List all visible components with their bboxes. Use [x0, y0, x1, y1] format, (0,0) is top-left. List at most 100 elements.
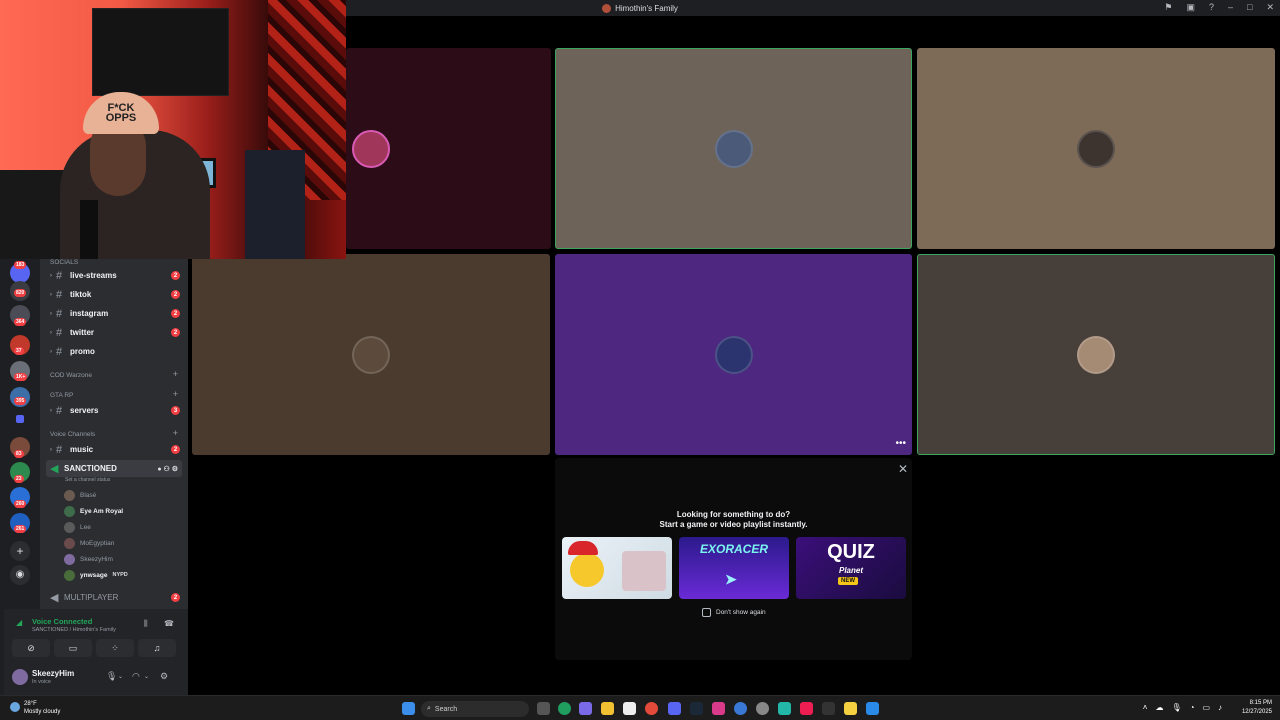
category-gta-rp[interactable]: GTA RP — [50, 392, 73, 399]
add-channel-icon[interactable]: + — [173, 369, 178, 379]
flag-icon[interactable]: ⚑ — [1164, 2, 1172, 13]
voice-user[interactable]: ynwsage NYPD — [64, 568, 128, 582]
dont-show-again-checkbox[interactable]: Don't show again — [702, 608, 766, 617]
file-explorer-icon[interactable] — [601, 702, 614, 715]
checkbox-icon[interactable] — [702, 608, 711, 617]
chevron-up-icon[interactable]: ˄ — [1143, 703, 1148, 712]
close-button[interactable]: ✕ — [1266, 2, 1274, 13]
participant-tile[interactable] — [917, 254, 1275, 455]
channel-instagram[interactable]: › # instagram 2 — [50, 305, 180, 322]
soundboard-button[interactable]: ♫ — [138, 639, 176, 657]
voice-channel-name: MULTIPLAYER — [64, 593, 119, 602]
headset-icon[interactable]: ◠ — [132, 671, 140, 682]
sticky-notes-icon[interactable] — [844, 702, 857, 715]
clock[interactable]: 8:15 PM 12/27/2025 — [1242, 699, 1272, 717]
volume-icon[interactable]: ♪ — [1218, 703, 1222, 712]
chrome-icon[interactable] — [645, 702, 658, 715]
channel-promo[interactable]: › # promo — [50, 343, 180, 360]
voice-channel-actions[interactable]: ● ⚇ ⚙ — [157, 465, 178, 473]
cloud-icon[interactable]: ☁ — [1155, 703, 1163, 712]
voice-channel-path[interactable]: SANCTIONED / Himothin's Family — [32, 627, 116, 633]
wifi-icon[interactable]: ◔ — [1190, 703, 1195, 712]
participant-tile[interactable] — [346, 48, 551, 249]
microphone-icon[interactable]: 🎙 — [1171, 703, 1181, 712]
channel-name: twitter — [70, 328, 94, 337]
category-voice-channels[interactable]: Voice Channels — [50, 431, 95, 438]
steam-icon[interactable] — [690, 702, 703, 715]
category-cod-warzone[interactable]: COD Warzone — [50, 372, 92, 379]
voice-user[interactable]: MoEgyptian — [64, 536, 114, 550]
settings-icon[interactable]: ⚙ — [160, 671, 168, 682]
edge-icon[interactable] — [558, 702, 571, 715]
minimize-button[interactable]: – — [1228, 2, 1233, 13]
noise-suppression-icon[interactable]: ⫼ — [144, 619, 148, 629]
voice-channel-multiplayer[interactable]: ◀ MULTIPLAYER 2 — [50, 589, 180, 606]
window-title: Himothin's Family — [602, 3, 678, 13]
avatar — [64, 489, 75, 501]
camera-button[interactable]: ⊘ — [12, 639, 50, 657]
weather-widget[interactable]: 28°F Mostly cloudy — [10, 700, 60, 716]
folder-icon[interactable] — [16, 415, 24, 423]
voice-status[interactable]: Voice Connected — [32, 617, 92, 626]
voice-user[interactable]: Blasé — [64, 488, 96, 502]
game-card[interactable] — [562, 537, 672, 599]
maximize-button[interactable]: □ — [1247, 2, 1252, 13]
microphone-icon[interactable]: 🎙 — [106, 671, 117, 682]
channel-tiktok[interactable]: › # tiktok 2 — [50, 286, 180, 303]
copilot-icon[interactable] — [579, 702, 592, 715]
category-socials[interactable]: SOCIALS — [50, 259, 78, 266]
game-card[interactable]: QUIZ Planet NEW — [796, 537, 906, 599]
channel-twitter[interactable]: › # twitter 2 — [50, 324, 180, 341]
weather-desc: Mostly cloudy — [24, 709, 61, 715]
add-channel-icon[interactable]: + — [173, 428, 178, 438]
channel-status[interactable]: Set a channel status — [65, 477, 110, 483]
xbox-icon[interactable] — [822, 702, 835, 715]
weather-temp: 28°F — [24, 701, 37, 707]
task-view-icon[interactable] — [537, 702, 550, 715]
voice-channel-sanctioned[interactable]: ◀ SANCTIONED ● ⚇ ⚙ — [46, 460, 182, 477]
channel-music[interactable]: › # music 2 — [50, 441, 180, 458]
close-icon[interactable]: ✕ — [898, 462, 908, 476]
monitor-icon[interactable]: ▭ — [1202, 703, 1210, 712]
signal-icon[interactable]: ◢ — [16, 618, 22, 627]
channel-live-streams[interactable]: › # live-streams 2 — [50, 267, 180, 284]
tiktok-icon[interactable] — [800, 702, 813, 715]
app-icon[interactable] — [734, 702, 747, 715]
participant-tile[interactable] — [555, 48, 912, 249]
participant-tile[interactable]: ••• — [555, 254, 912, 455]
chevron-down-icon[interactable]: ⌄ — [144, 673, 149, 680]
add-channel-icon[interactable]: + — [173, 389, 178, 399]
participant-tile[interactable] — [917, 48, 1275, 249]
instagram-icon[interactable] — [712, 702, 725, 715]
screenshare-button[interactable]: ▭ — [54, 639, 92, 657]
hat-logo: F*CK OPPS — [83, 92, 159, 134]
activity-suggestion-panel: ✕ Looking for something to do? Start a g… — [555, 458, 912, 660]
discord-icon[interactable] — [668, 702, 681, 715]
more-options-icon[interactable]: ••• — [895, 438, 906, 449]
chevron-down-icon[interactable]: ⌄ — [118, 673, 123, 680]
store-icon[interactable] — [623, 702, 636, 715]
game-card[interactable]: EXORACER ➤ — [679, 537, 789, 599]
windows-start-icon[interactable] — [402, 702, 415, 715]
user-tag: NYPD — [112, 572, 128, 578]
add-server-icon[interactable]: + — [10, 541, 30, 561]
avatar[interactable] — [12, 669, 28, 685]
username[interactable]: SkeezyHim — [32, 669, 74, 678]
channel-servers[interactable]: › # servers 3 — [50, 402, 180, 419]
participant-tile[interactable] — [192, 254, 550, 455]
taskbar-search[interactable]: ⌕ Search — [421, 701, 529, 717]
chatgpt-icon[interactable] — [756, 702, 769, 715]
activities-button[interactable]: ⁘ — [96, 639, 134, 657]
inbox-icon[interactable]: ▣ — [1186, 2, 1195, 13]
help-icon[interactable]: ? — [1209, 2, 1214, 13]
voice-user[interactable]: Lee — [64, 520, 91, 534]
voice-user[interactable]: Eye Am Royal — [64, 504, 123, 518]
app-icon[interactable] — [866, 702, 879, 715]
disconnect-icon[interactable]: ☎ — [164, 619, 174, 628]
voice-user[interactable]: SkeezyHim — [64, 552, 113, 566]
app-icon[interactable] — [778, 702, 791, 715]
game-title: EXORACER — [699, 542, 768, 556]
rail-badge: 183 — [14, 261, 27, 269]
discover-icon[interactable]: ◉ — [10, 565, 30, 585]
rail-badge: 364 — [14, 318, 27, 326]
